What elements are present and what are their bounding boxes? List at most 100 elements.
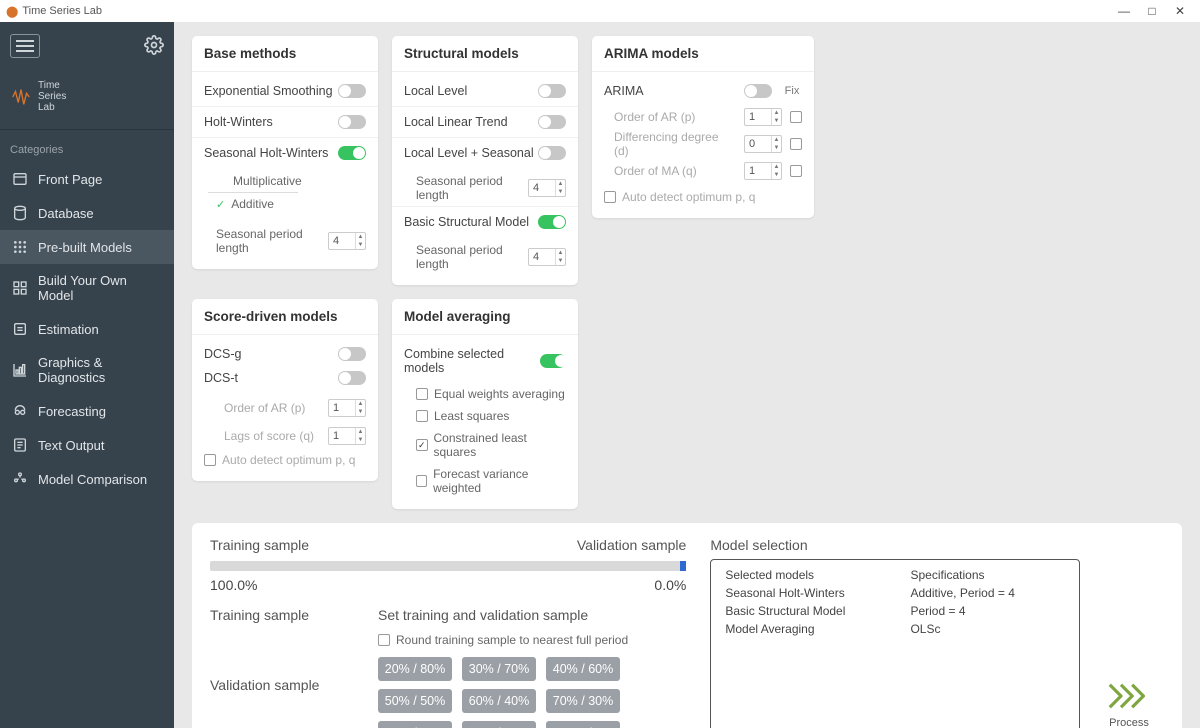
lbl-bsm-period: Seasonal period length bbox=[416, 243, 528, 271]
window-maximize[interactable]: □ bbox=[1138, 4, 1166, 18]
process-dashboard-button[interactable]: Process Dashboard bbox=[1094, 537, 1164, 728]
brand-l3: Lab bbox=[38, 102, 66, 113]
chk-fix-d[interactable] bbox=[790, 138, 802, 150]
nav-database[interactable]: Database bbox=[0, 196, 174, 230]
chk-fix-q[interactable] bbox=[790, 165, 802, 177]
nav-estimation[interactable]: Estimation bbox=[0, 312, 174, 346]
card-score-driven: Score-driven models DCS-g DCS-t Order of… bbox=[192, 299, 378, 481]
settings-icon[interactable] bbox=[144, 35, 164, 58]
lbl-local-linear: Local Linear Trend bbox=[404, 115, 508, 129]
toggle-local-level[interactable] bbox=[538, 84, 566, 98]
brand-l2: Series bbox=[38, 91, 66, 102]
nav-model-comparison[interactable]: Model Comparison bbox=[0, 462, 174, 496]
toggle-arima[interactable] bbox=[744, 84, 772, 98]
training-pct: 100.0% bbox=[210, 577, 257, 593]
lbl-model-selection: Model selection bbox=[710, 537, 1080, 553]
nav-text-output[interactable]: Text Output bbox=[0, 428, 174, 462]
input-score-q[interactable]: ▲▼ bbox=[328, 427, 366, 445]
input-arima-d[interactable]: ▲▼ bbox=[744, 135, 782, 153]
btn-split-5[interactable]: 70% / 30% bbox=[546, 689, 620, 713]
btn-split-7[interactable]: 90% / 10% bbox=[462, 721, 536, 728]
chk-equal[interactable] bbox=[416, 388, 428, 400]
titlebar: ⬤ Time Series Lab — □ ✕ bbox=[0, 0, 1200, 22]
window-title: Time Series Lab bbox=[22, 5, 102, 17]
lbl-local-level: Local Level bbox=[404, 84, 467, 98]
chk-fvw[interactable] bbox=[416, 475, 427, 487]
toggle-dcs-g[interactable] bbox=[338, 347, 366, 361]
toggle-seasonal-hw[interactable] bbox=[338, 146, 366, 160]
btn-split-4[interactable]: 60% / 40% bbox=[462, 689, 536, 713]
cell: Period = 4 bbox=[906, 602, 1069, 620]
lbl-equal: Equal weights averaging bbox=[434, 387, 565, 401]
brand-l1: Time bbox=[38, 80, 66, 91]
cell: Basic Structural Model bbox=[721, 602, 906, 620]
lbl-order-ma: Order of MA (q) bbox=[614, 164, 736, 178]
lbl-validation-sample-2: Validation sample bbox=[210, 677, 350, 693]
input-base-seasonal-period[interactable]: ▲▼ bbox=[328, 232, 366, 250]
nav-label: Build Your Own Model bbox=[38, 273, 162, 303]
input-bsm-period[interactable]: ▲▼ bbox=[528, 248, 566, 266]
lbl-dcs-g: DCS-g bbox=[204, 347, 242, 361]
lbl-combine: Combine selected models bbox=[404, 347, 540, 375]
lbl-fvw: Forecast variance weighted bbox=[433, 467, 566, 495]
btn-split-6[interactable]: 80% / 20% bbox=[378, 721, 452, 728]
input-arima-q[interactable]: ▲▼ bbox=[744, 162, 782, 180]
card-base-methods: Base methods Exponential Smoothing Holt-… bbox=[192, 36, 378, 269]
lbl-cls: Constrained least squares bbox=[434, 431, 567, 459]
sample-split-bar[interactable] bbox=[210, 561, 686, 571]
nav-build-model[interactable]: Build Your Own Model bbox=[0, 264, 174, 312]
hamburger-icon[interactable] bbox=[10, 34, 40, 58]
toggle-local-linear[interactable] bbox=[538, 115, 566, 129]
lbl-seasonal-hw: Seasonal Holt-Winters bbox=[204, 146, 328, 160]
nav-prebuilt-models[interactable]: Pre-built Models bbox=[0, 230, 174, 264]
card-structural: Structural models Local Level Local Line… bbox=[392, 36, 578, 285]
cell: Seasonal Holt-Winters bbox=[721, 584, 906, 602]
opt-additive[interactable]: Additive bbox=[216, 195, 366, 213]
toggle-bsm[interactable] bbox=[538, 215, 566, 229]
card-title: Structural models bbox=[392, 36, 578, 72]
lbl-validation-sample: Validation sample bbox=[577, 537, 686, 553]
opt-multiplicative[interactable]: Multiplicative bbox=[216, 172, 366, 190]
lbl-bsm: Basic Structural Model bbox=[404, 215, 529, 229]
toggle-holt-winters[interactable] bbox=[338, 115, 366, 129]
window-minimize[interactable]: — bbox=[1110, 4, 1138, 18]
chk-round-period[interactable] bbox=[378, 634, 390, 646]
lbl-training-sample-2: Training sample bbox=[210, 607, 350, 623]
input-lls-period[interactable]: ▲▼ bbox=[528, 179, 566, 197]
lbl-set-sample: Set training and validation sample bbox=[378, 607, 640, 623]
lbl-holt-winters: Holt-Winters bbox=[204, 115, 273, 129]
toggle-exp-smoothing[interactable] bbox=[338, 84, 366, 98]
nav-label: Estimation bbox=[38, 322, 99, 337]
lbl-score-auto: Auto detect optimum p, q bbox=[222, 453, 355, 467]
btn-split-0[interactable]: 20% / 80% bbox=[378, 657, 452, 681]
chk-cls[interactable] bbox=[416, 439, 428, 451]
toggle-dcs-t[interactable] bbox=[338, 371, 366, 385]
nav-forecasting[interactable]: Forecasting bbox=[0, 394, 174, 428]
lbl-score-lags: Lags of score (q) bbox=[224, 429, 314, 443]
model-selection-box: Selected modelsSpecifications Seasonal H… bbox=[710, 559, 1080, 728]
nav-front-page[interactable]: Front Page bbox=[0, 162, 174, 196]
input-arima-p[interactable]: ▲▼ bbox=[744, 108, 782, 126]
btn-split-3[interactable]: 50% / 50% bbox=[378, 689, 452, 713]
chk-fix-p[interactable] bbox=[790, 111, 802, 123]
card-title: Base methods bbox=[192, 36, 378, 72]
nav-label: Pre-built Models bbox=[38, 240, 132, 255]
btn-split-8[interactable]: 100% / 0% bbox=[546, 721, 620, 728]
chk-arima-auto[interactable] bbox=[604, 191, 616, 203]
lbl-lls-period: Seasonal period length bbox=[416, 174, 528, 202]
input-score-p[interactable]: ▲▼ bbox=[328, 399, 366, 417]
nav-label: Model Comparison bbox=[38, 472, 147, 487]
btn-split-2[interactable]: 40% / 60% bbox=[546, 657, 620, 681]
validation-pct: 0.0% bbox=[654, 577, 686, 593]
nav-graphics[interactable]: Graphics & Diagnostics bbox=[0, 346, 174, 394]
chk-leastsq[interactable] bbox=[416, 410, 428, 422]
lbl-training-sample: Training sample bbox=[210, 537, 309, 553]
lbl-order-ar: Order of AR (p) bbox=[614, 110, 736, 124]
chk-score-auto[interactable] bbox=[204, 454, 216, 466]
window-close[interactable]: ✕ bbox=[1166, 4, 1194, 18]
process-label-1: Process bbox=[1109, 717, 1149, 728]
toggle-combine[interactable] bbox=[540, 354, 566, 368]
lbl-round-period: Round training sample to nearest full pe… bbox=[396, 633, 628, 647]
toggle-local-level-seasonal[interactable] bbox=[538, 146, 566, 160]
btn-split-1[interactable]: 30% / 70% bbox=[462, 657, 536, 681]
